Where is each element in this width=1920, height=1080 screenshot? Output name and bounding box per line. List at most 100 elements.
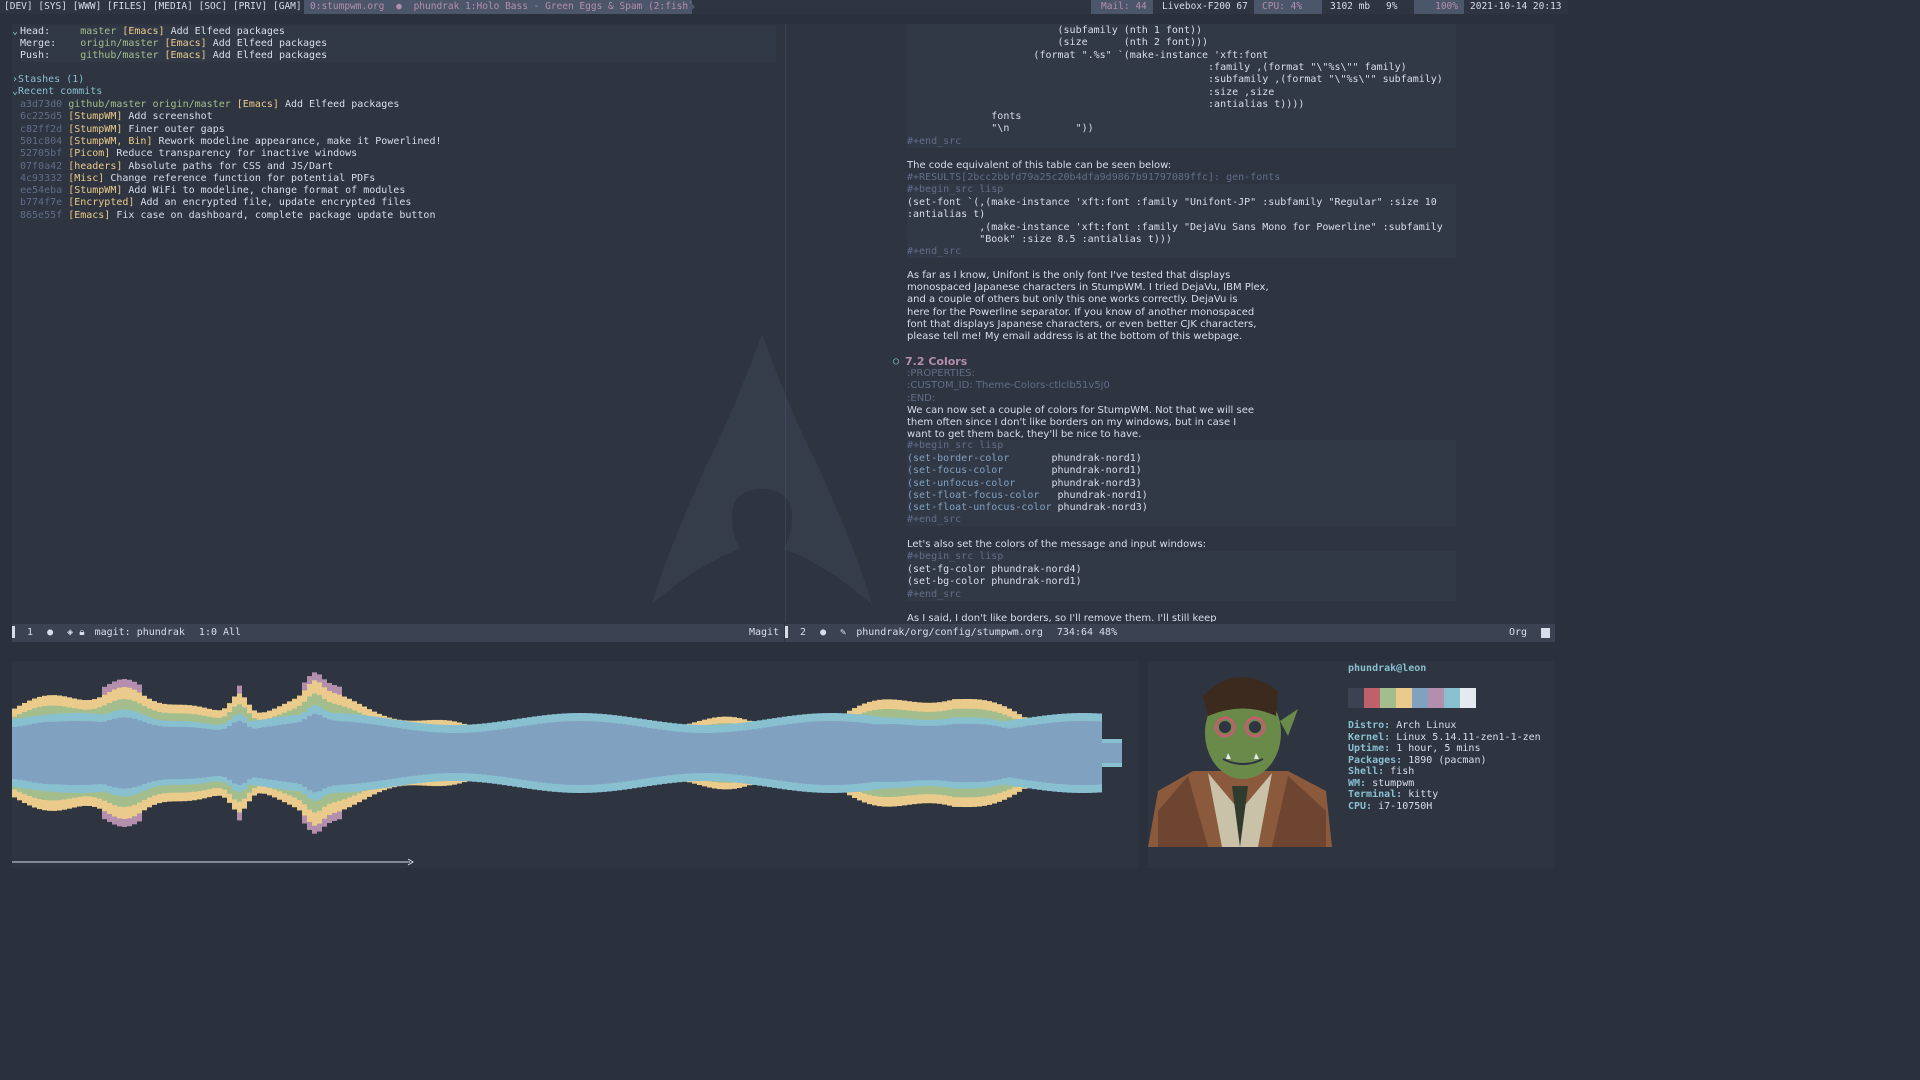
paragraph: The code equivalent of this table can be… <box>907 160 1172 171</box>
visualizer-bar <box>982 724 987 782</box>
group-sys[interactable]: [SYS] <box>38 1 67 12</box>
code-line: (set-float-focus-color phundrak-nord1) <box>907 490 1148 502</box>
commit-message: Add screenshot <box>128 111 213 123</box>
paragraph: As I said, I don't like borders, so I'll… <box>907 613 1217 622</box>
visualizer-bar <box>747 729 752 777</box>
group-files[interactable]: [FILES] <box>107 1 147 12</box>
magit-merge-line[interactable]: Merge: origin/master [Emacs] Add Elfeed … <box>20 38 327 50</box>
visualizer-bar <box>172 726 177 780</box>
paragraph-line: and a couple of others but only this one… <box>907 294 1238 306</box>
commit-row[interactable]: 6c225d5 [StumpWM] Add screenshot <box>20 111 213 123</box>
visualizer-bar <box>1087 721 1092 785</box>
modeline-right: 2 ● ✎ phundrak/org/config/stumpwm.org 73… <box>785 624 1555 642</box>
palette-swatch <box>1348 688 1364 708</box>
visualizer-bar <box>842 721 847 785</box>
visualizer-bar <box>537 723 542 783</box>
lock-icon: 🔒︎ <box>79 627 85 638</box>
visualizer-bar <box>32 723 37 783</box>
commit-row[interactable]: ee54eba [StumpWM] Add WiFi to modeline, … <box>20 185 405 197</box>
magit-head-line[interactable]: Head: master [Emacs] Add Elfeed packages <box>20 26 285 38</box>
visualizer-bar <box>452 732 457 774</box>
visualizer-bar <box>152 724 157 782</box>
visualizer-bar <box>637 726 642 780</box>
buffer-name[interactable]: magit: phundrak <box>95 627 185 638</box>
push-label: Push: <box>20 50 51 61</box>
commit-hash: 4c93332 <box>20 172 63 184</box>
visualizer-bar <box>672 731 677 775</box>
window-number: 1 <box>27 627 34 638</box>
visualizer-bar <box>1032 724 1037 782</box>
code-line: "Book" :size 8.5 :antialias t))) <box>907 233 1172 245</box>
magit-push-line[interactable]: Push: github/master [Emacs] Add Elfeed p… <box>20 50 327 62</box>
commit-tag: [Misc] <box>68 172 105 184</box>
color-value: phundrak-nord1) <box>1051 465 1142 477</box>
paragraph-line: here for the Powerline separator. If you… <box>907 306 1255 318</box>
visualizer-bar <box>337 721 342 785</box>
commit-hash: 6c225d5 <box>20 111 63 123</box>
group-priv[interactable]: [PRIV] <box>233 1 267 12</box>
commit-row[interactable]: 865e55f [Emacs] Fix case on dashboard, c… <box>20 210 435 222</box>
visualizer-bar <box>1017 727 1022 779</box>
section-heading[interactable]: 7.2 Colors <box>905 356 967 368</box>
visualizer-bar <box>812 721 817 785</box>
visualizer-bar <box>312 713 317 793</box>
palette-swatch <box>1364 688 1380 708</box>
code-padding <box>1003 465 1051 476</box>
visualizer-bar <box>1057 721 1062 785</box>
stashes-section[interactable]: ›Stashes (1) <box>12 74 84 86</box>
visualizer-bar <box>507 728 512 778</box>
visualizer-bar <box>787 723 792 783</box>
visualizer-bar <box>892 724 897 782</box>
visualizer-bar <box>197 727 202 779</box>
window-0[interactable]: 0:stumpwm.org <box>310 1 384 12</box>
function-name: (set-float-focus-color <box>907 489 1040 501</box>
commit-row[interactable]: a3d73d0 github/master origin/master [Ema… <box>20 99 399 111</box>
visualizer-bar <box>662 730 667 776</box>
major-mode[interactable]: Org <box>1509 624 1527 642</box>
visualizer-bar <box>682 732 687 774</box>
recent-commits-section[interactable]: ⌄Recent commits <box>12 86 102 98</box>
commit-row[interactable]: b774f7e [Encrypted] Add an encrypted fil… <box>20 197 411 209</box>
packages-value: 1890 (pacman) <box>1408 754 1487 766</box>
visualizer-bar <box>782 724 787 782</box>
packages-line: Packages: 1890 (pacman) <box>1348 755 1487 767</box>
modified-dot-icon: ● <box>47 627 54 638</box>
commit-message: Reduce transparency for inactive windows <box>116 148 358 160</box>
group-gam[interactable]: [GAM] <box>273 1 302 12</box>
cursor-position: 1:0 All <box>198 627 242 638</box>
cpu-line: CPU: i7-10750H <box>1348 801 1432 813</box>
org-buffer-window[interactable]: (subfamily (nth 1 font)) (size (nth 2 fo… <box>785 24 1556 622</box>
commit-row[interactable]: 501c804 [StumpWM, Bin] Rework modeline a… <box>20 136 441 148</box>
window-list-end <box>688 0 695 14</box>
group-media[interactable]: [MEDIA] <box>153 1 193 12</box>
code-line: :subfamily ,(format "\"%s\"" subfamily) <box>907 74 1443 86</box>
commit-row[interactable]: 4c93332 [Misc] Change reference function… <box>20 173 375 185</box>
visualizer-bar <box>702 732 707 774</box>
commit-message: Add an encrypted file, update encrypted … <box>140 197 412 209</box>
paragraph-line: font that displays Japanese characters, … <box>907 318 1257 330</box>
visualizer-bar <box>297 721 302 785</box>
visualizer-bar <box>602 722 607 784</box>
merge-message: Add Elfeed packages <box>212 38 328 49</box>
group-www[interactable]: [WWW] <box>73 1 102 12</box>
visualizer-bar <box>377 725 382 781</box>
paragraph-line: We can now set a couple of colors for St… <box>907 405 1254 416</box>
commit-row[interactable]: 07f0a42 [headers] Absolute paths for CSS… <box>20 161 333 173</box>
cpu-key: CPU: <box>1348 800 1373 812</box>
visualizer-bar <box>282 724 287 782</box>
file-path[interactable]: phundrak/org/config/stumpwm.org <box>856 627 1043 638</box>
fold-indicator[interactable]: ⌄ <box>12 26 18 38</box>
commit-row[interactable]: c82ff2d [StumpWM] Finer outer gaps <box>20 124 225 136</box>
major-mode[interactable]: Magit <box>749 624 779 642</box>
window-1[interactable]: phundrak 1:Holo Bass - Green Eggs & Spam… <box>414 1 694 12</box>
visualizer-bar <box>777 725 782 781</box>
cursor-position: 734:64 48% <box>1056 627 1118 638</box>
begin-src: #+begin_src lisp <box>907 551 1004 562</box>
group-dev[interactable]: [DEV] <box>4 1 33 12</box>
code-line: (subfamily (nth 1 font)) <box>907 25 1203 36</box>
group-soc[interactable]: [SOC] <box>199 1 228 12</box>
palette-swatch <box>1444 688 1460 708</box>
pencil-icon: ✎ <box>840 627 847 638</box>
commit-row[interactable]: 52705bf [Picom] Reduce transparency for … <box>20 148 357 160</box>
visualizer-bar <box>512 727 517 779</box>
